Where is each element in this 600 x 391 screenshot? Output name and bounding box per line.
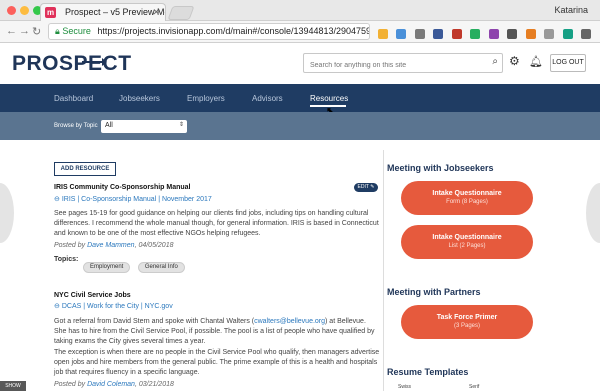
topic-tag[interactable]: Employment xyxy=(83,262,131,273)
resource-title[interactable]: NYC Civil Service Jobs xyxy=(54,292,131,299)
jobseekers-heading: Meeting with Jobseekers xyxy=(387,163,494,173)
resource-title[interactable]: IRIS Community Co-Sponsorship Manual xyxy=(54,184,191,191)
reload-icon[interactable]: ↻ xyxy=(32,25,41,38)
close-window-icon[interactable] xyxy=(7,6,16,15)
add-resource-button[interactable]: ADD RESOURCE xyxy=(54,162,116,176)
resource-link-text: DCAS | Work for the City | NYC.gov xyxy=(61,303,173,310)
intake-form-button[interactable]: Intake Questionnaire Form (8 Pages) xyxy=(401,181,533,215)
logo-arrow-icon xyxy=(82,58,107,66)
extension-icon[interactable] xyxy=(396,29,407,39)
email-link[interactable]: cwalters@bellevue.org xyxy=(254,318,325,325)
resource-meta: Posted by Dave Mammen, 04/05/2018 xyxy=(54,242,174,249)
topic-tags: Employment General Info xyxy=(83,255,188,273)
browse-by-topic-label: Browse by Topic xyxy=(54,123,98,129)
link-icon: ⊖ xyxy=(54,196,60,203)
edit-label: EDIT xyxy=(357,184,369,190)
extension-icon[interactable] xyxy=(488,29,499,39)
back-icon[interactable]: ← xyxy=(6,25,17,37)
next-arrow-button[interactable] xyxy=(586,183,600,243)
extension-icon[interactable] xyxy=(414,29,425,39)
address-bar-row: ← → ↻ 🔒︎ Secure https://projects.invisio… xyxy=(0,21,600,43)
nav-dashboard[interactable]: Dashboard xyxy=(54,94,93,103)
post-date: , 04/05/2018 xyxy=(134,242,174,249)
show-button[interactable]: SHOW xyxy=(0,381,26,391)
extension-icon[interactable] xyxy=(544,29,555,39)
resource-description: Got a referral from David Stern and spok… xyxy=(54,317,380,347)
extension-icon[interactable] xyxy=(507,29,518,39)
tab-title: Prospect – v5 Preview Mode xyxy=(65,7,165,17)
star-icon[interactable] xyxy=(378,29,388,39)
extension-icon[interactable] xyxy=(433,29,444,39)
invision-favicon-icon: m xyxy=(45,7,56,18)
logout-button[interactable]: LOG OUT xyxy=(550,54,586,72)
topic-tag[interactable]: General Info xyxy=(137,262,185,273)
resource-link-text: IRIS | Co-Sponsorship Manual | November … xyxy=(61,196,212,203)
post-date: , 03/21/2018 xyxy=(134,381,174,388)
extensions-bar xyxy=(378,26,595,44)
button-title: Task Force Primer xyxy=(436,314,498,321)
topics-label: Topics: xyxy=(54,256,79,263)
minimize-window-icon[interactable] xyxy=(20,6,29,15)
author-link[interactable]: David Coleman xyxy=(87,381,135,388)
topic-select-value: All xyxy=(105,122,113,129)
resource-meta: Posted by David Coleman, 03/21/2018 xyxy=(54,381,174,388)
resume-templates-heading: Resume Templates xyxy=(387,367,469,377)
template-serif[interactable]: Serif xyxy=(469,384,479,390)
new-tab-button[interactable] xyxy=(167,6,195,20)
extension-icon[interactable] xyxy=(451,29,462,39)
browser-tab-strip: m Prospect – v5 Preview Mode ✕ Katarina xyxy=(0,0,600,21)
button-title: Intake Questionnaire xyxy=(432,190,502,197)
author-link[interactable]: Dave Mammen xyxy=(87,242,134,249)
intake-list-button[interactable]: Intake Questionnaire List (2 Pages) xyxy=(401,225,533,259)
secure-label: Secure xyxy=(62,26,91,36)
column-divider xyxy=(383,150,384,391)
posted-by-label: Posted by xyxy=(54,381,86,388)
partners-heading: Meeting with Partners xyxy=(387,287,481,297)
topic-select[interactable]: All ⇕ xyxy=(101,120,187,133)
search-icon[interactable]: ⌕ xyxy=(492,56,498,67)
search-input[interactable] xyxy=(304,56,474,75)
lock-icon: 🔒︎ xyxy=(55,26,60,36)
button-title: Intake Questionnaire xyxy=(432,234,502,241)
profile-name[interactable]: Katarina xyxy=(554,5,588,15)
browser-menu-icon[interactable] xyxy=(580,29,591,39)
browser-tab[interactable]: m Prospect – v5 Preview Mode ✕ xyxy=(40,3,166,21)
edit-button[interactable]: EDIT ✎ xyxy=(354,183,378,192)
button-subtitle: Form (8 Pages) xyxy=(446,199,488,205)
resource-link[interactable]: ⊖ DCAS | Work for the City | NYC.gov xyxy=(54,302,173,310)
resource-description: See pages 15-19 for good guidance on hel… xyxy=(54,210,379,237)
task-force-primer-button[interactable]: Task Force Primer (3 Pages) xyxy=(401,305,533,339)
button-subtitle: (3 Pages) xyxy=(453,323,480,329)
forward-icon[interactable]: → xyxy=(19,25,30,37)
posted-by-label: Posted by xyxy=(54,242,86,249)
extension-icon[interactable] xyxy=(470,29,481,39)
url-field[interactable]: 🔒︎ Secure https://projects.invisionapp.c… xyxy=(48,23,370,40)
template-swiss[interactable]: Swiss xyxy=(398,384,411,390)
nav-jobseekers[interactable]: Jobseekers xyxy=(119,94,160,103)
url-text: https://projects.invisionapp.com/d/main#… xyxy=(97,26,369,36)
tab-close-icon[interactable]: ✕ xyxy=(152,7,160,18)
link-icon: ⊖ xyxy=(54,303,60,310)
prospect-logo[interactable]: PROSPECT xyxy=(12,52,132,76)
nav-resources[interactable]: Resources xyxy=(310,94,348,103)
select-arrows-icon: ⇕ xyxy=(178,122,184,128)
nav-employers[interactable]: Employers xyxy=(187,94,225,103)
search-box: ⌕ xyxy=(303,53,503,75)
extension-icon[interactable] xyxy=(525,29,536,39)
nav-advisors[interactable]: Advisors xyxy=(252,94,283,103)
bell-icon[interactable]: 🔔︎ xyxy=(529,55,543,68)
extension-icon[interactable] xyxy=(562,29,573,39)
button-subtitle: List (2 Pages) xyxy=(448,243,486,249)
resource-link[interactable]: ⊖ IRIS | Co-Sponsorship Manual | Novembe… xyxy=(54,195,212,203)
resource-description-2: The exception is when there are no peopl… xyxy=(54,349,380,376)
gear-icon[interactable]: ⚙ xyxy=(509,54,520,68)
body-text: Got a referral from David Stern and spok… xyxy=(54,318,255,325)
